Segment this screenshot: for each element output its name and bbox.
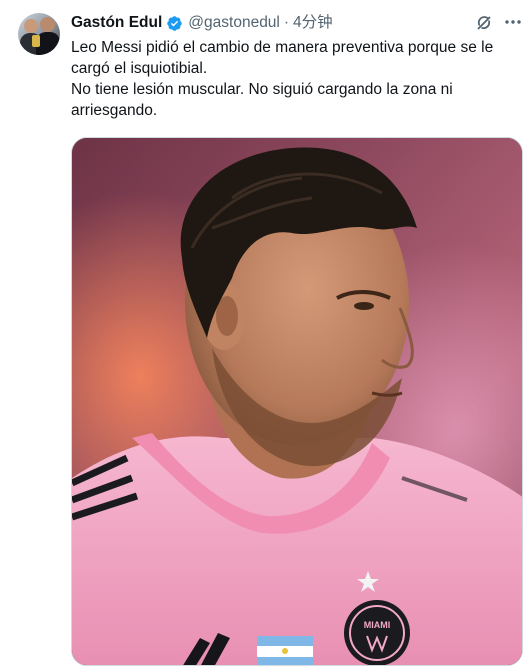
tweet-timestamp[interactable]: 4分钟 [293, 13, 333, 33]
verified-badge-icon [166, 15, 183, 32]
grok-icon[interactable] [474, 13, 494, 33]
crest-text: MIAMI [364, 620, 391, 630]
tweet-media-photo[interactable]: MIAMI [71, 137, 523, 666]
player-photo: MIAMI [72, 138, 522, 665]
avatar-head-right [40, 17, 55, 32]
header-separator: · [283, 14, 290, 31]
tweet-text-line-2: No tiene lesión muscular. No siguió carg… [71, 81, 453, 119]
more-options-icon[interactable] [501, 10, 525, 34]
author-name[interactable]: Gastón Edul [71, 13, 162, 33]
avatar-trophy [32, 35, 40, 47]
avatar-head-left [24, 19, 38, 33]
author-avatar[interactable] [18, 13, 60, 55]
tweet-text-line-1: Leo Messi pidió el cambio de manera prev… [71, 39, 494, 77]
tweet-text: Leo Messi pidió el cambio de manera prev… [71, 37, 526, 121]
tweet-header: Gastón Edul @gastonedul · 4分钟 [71, 13, 333, 33]
author-handle[interactable]: @gastonedul [188, 13, 280, 33]
tweet[interactable]: Gastón Edul @gastonedul · 4分钟 Leo Messi … [0, 0, 531, 668]
